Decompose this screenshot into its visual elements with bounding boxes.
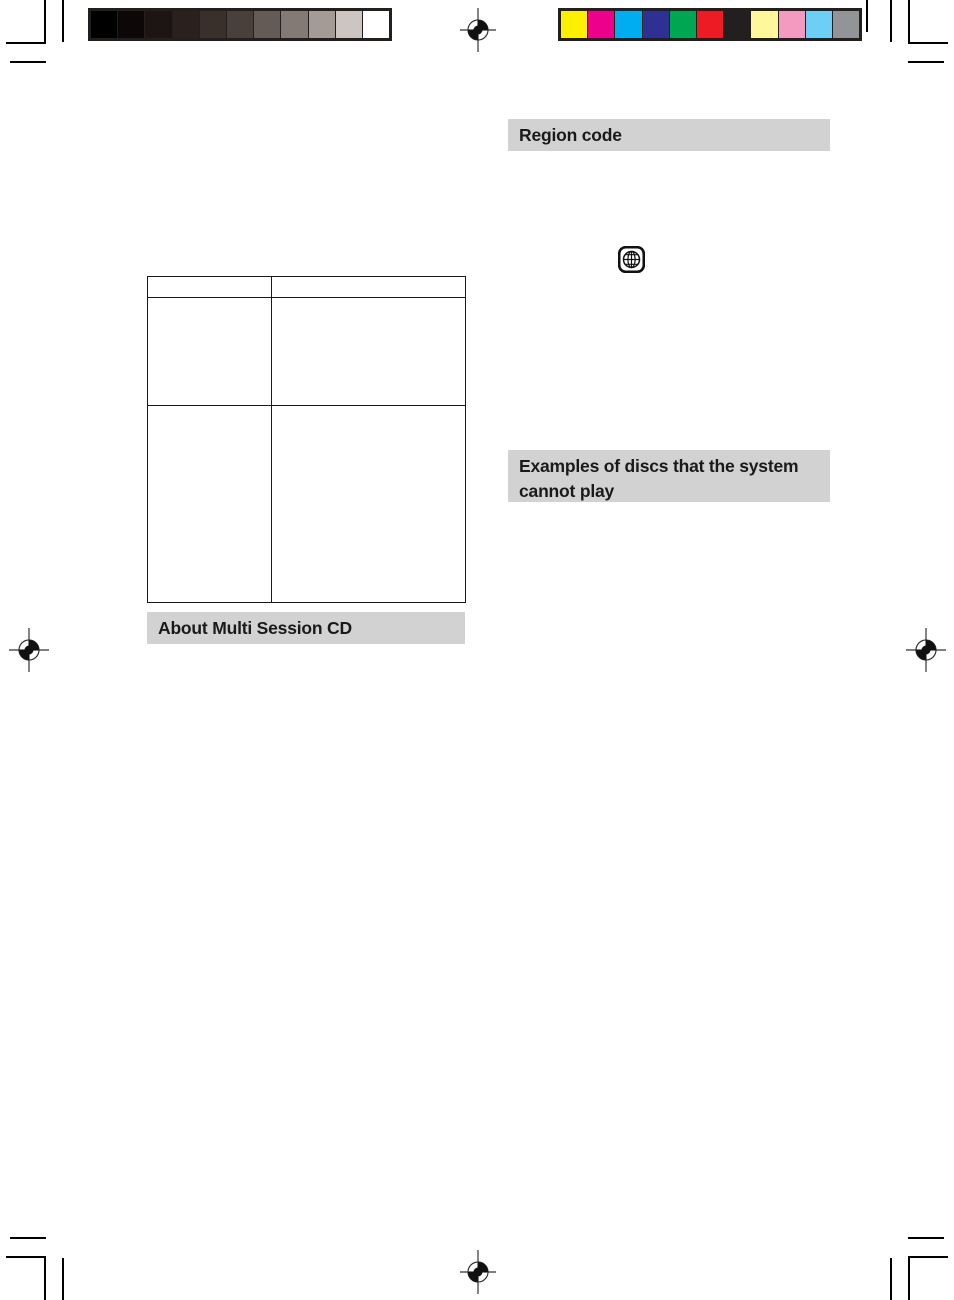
gray-patch [199, 11, 227, 38]
table-cell-right [271, 405, 466, 603]
section-heading-label: Region code [519, 125, 622, 145]
crop-mark-bottom-left-outer-horizontal [10, 1237, 46, 1239]
crop-mark-bottom-right-outer-horizontal [908, 1237, 944, 1239]
table-cell-right [271, 297, 466, 406]
section-heading-examples-of-discs-cannot-play: Examples of discs that the system cannot… [508, 450, 830, 502]
registration-mark-left-middle [9, 628, 49, 672]
color-patch-light-yellow [751, 11, 779, 38]
color-patch-black [724, 11, 752, 38]
crop-mark-bottom-left-horizontal [6, 1256, 46, 1258]
crop-mark-top-left-vertical [44, 0, 46, 44]
crop-mark-bottom-right-vertical [908, 1256, 910, 1300]
color-patch-gray [832, 11, 860, 38]
table-cell-header-right [271, 276, 466, 298]
crop-mark-top-left-horizontal [6, 42, 46, 44]
crop-mark-top-left-outer-horizontal [10, 61, 46, 63]
color-patch-blue [642, 11, 670, 38]
section-heading-label: Examples of discs that the system cannot… [519, 456, 799, 501]
grayscale-calibration-bar [88, 8, 392, 41]
gray-patch [118, 11, 146, 38]
crop-mark-top-left-bleed-vertical [62, 0, 64, 42]
gray-patch [362, 11, 390, 38]
gray-patch [172, 11, 200, 38]
table-row [147, 276, 466, 298]
crop-mark-bottom-right-bleed-vertical [890, 1258, 892, 1300]
color-patch-magenta [588, 11, 616, 38]
disc-spec-table [147, 276, 466, 603]
gray-patch [91, 11, 119, 38]
color-patch-red [696, 11, 725, 38]
table-cell-left [147, 297, 272, 406]
color-patch-light-blue [805, 11, 833, 38]
crop-mark-top-right-vertical [908, 0, 910, 44]
table-row [147, 297, 466, 406]
table-row [147, 405, 466, 603]
crop-mark-top-right-bleed-vertical [890, 0, 892, 42]
scanned-manual-page: About Multi Session CD Region code Examp… [0, 0, 954, 1300]
registration-mark-bottom-center [460, 1250, 496, 1294]
crop-mark-top-right-horizontal [908, 42, 948, 44]
gray-patch [254, 11, 282, 38]
crop-mark-bottom-right-horizontal [908, 1256, 948, 1258]
region-code-globe-icon [617, 245, 646, 274]
section-heading-about-multi-session-cd: About Multi Session CD [147, 612, 465, 644]
section-heading-region-code: Region code [508, 119, 830, 151]
crop-mark-top-right-edge-vertical [866, 0, 868, 32]
color-patch-cyan [615, 11, 643, 38]
section-heading-label: About Multi Session CD [158, 618, 352, 638]
registration-mark-top-center [460, 8, 496, 52]
registration-mark-right-middle [906, 628, 946, 672]
gray-patch [145, 11, 173, 38]
table-cell-left [147, 405, 272, 603]
gray-patch [226, 11, 255, 38]
color-patch-pink [778, 11, 806, 38]
table-cell-header-left [147, 276, 272, 298]
crop-mark-bottom-left-bleed-vertical [62, 1258, 64, 1300]
color-calibration-bar [558, 8, 862, 41]
color-patch-green [669, 11, 697, 38]
crop-mark-top-right-outer-horizontal [908, 61, 944, 63]
gray-patch [335, 11, 363, 38]
crop-mark-bottom-left-vertical [44, 1256, 46, 1300]
gray-patch [281, 11, 309, 38]
color-patch-yellow [561, 11, 589, 38]
gray-patch [308, 11, 336, 38]
